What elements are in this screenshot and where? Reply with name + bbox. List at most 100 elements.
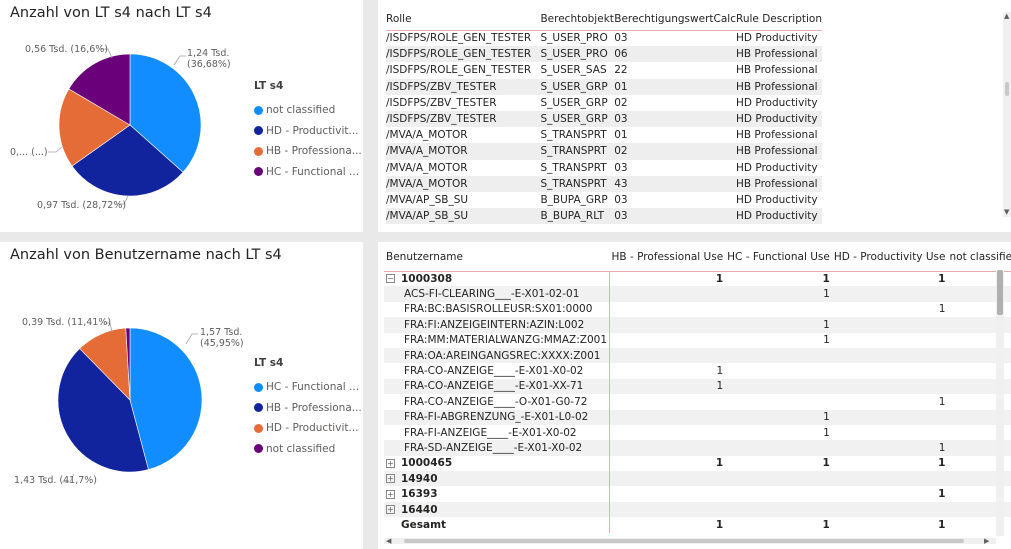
slice-label: 1,57 Tsd. (45,95%)	[200, 327, 244, 349]
scrollbar-thumb[interactable]	[404, 539, 964, 543]
table-row[interactable]: /MVA/AP_SB_SU B_BUPA_RLT 03 HD Productivity	[386, 208, 822, 225]
column-header-hc[interactable]: HC - Functional Use	[725, 244, 832, 271]
cell-benutzername[interactable]: −1000308	[384, 271, 611, 287]
matrix-child-row[interactable]: FRA:OA:AREINGANGSREC:XXXX:Z0011	[384, 347, 1011, 364]
cell-benutzername[interactable]: +16440	[384, 501, 611, 518]
scroll-down-arrow[interactable]: ▼	[1004, 208, 1009, 216]
cell-hd	[832, 425, 948, 440]
column-header-rolle[interactable]: Rolle	[386, 8, 540, 30]
cell-rolle: /MVA/A_MOTOR	[386, 161, 468, 174]
column-header-hb[interactable]: HB - Professional Use	[610, 244, 726, 271]
cell-hb	[610, 394, 726, 409]
legend-item-hb[interactable]: HB - Professiona...	[254, 398, 362, 419]
table-row[interactable]: /MVA/AP_SB_SU B_BUPA_GRP 03 HD Productivity	[386, 192, 822, 208]
column-header-berechtigungswert[interactable]: BerechtigungswertCalc	[614, 8, 736, 30]
cell-benutzername[interactable]: +1000465	[384, 455, 611, 472]
matrix-child-row[interactable]: FRA:MM:MATERIALWANZG:MMAZ:Z001 1	[384, 332, 1011, 348]
cell-rule-description: HB Professional	[736, 143, 822, 160]
legend-item-hb[interactable]: HB - Professiona...	[254, 141, 362, 162]
legend-dot	[254, 167, 263, 177]
table-row[interactable]: /ISDFPS/ROLE_GEN_TESTER S_USER_PRO 03 HD Pr…	[386, 30, 822, 46]
cell-hc	[725, 347, 832, 364]
matrix-child-row[interactable]: ACS-FI-CLEARING___-E-X01-02-01 1	[384, 286, 1011, 302]
cell-rule-description: HB Professional	[736, 129, 818, 142]
legend-item-hc[interactable]: HC - Functional ...	[254, 162, 362, 183]
collapse-icon[interactable]: −	[386, 274, 395, 284]
cell-benutzername[interactable]: +16393	[384, 486, 611, 502]
cell-hc: 1	[725, 317, 832, 333]
legend-item-not-classified[interactable]: not classified	[254, 100, 362, 121]
table-row[interactable]: /ISDFPS/ZBV_TESTER S_USER_GRP 02 HD Product…	[386, 95, 822, 111]
matrix-child-row[interactable]: FRA-FI-ABGRENZUNG_-E-X01-L0-02 1	[384, 409, 1011, 425]
row-label: 16393	[401, 488, 438, 501]
matrix-child-row[interactable]: FRA:BC:BASISROLLEUSR:SX01:0000 1	[384, 301, 1011, 318]
cell-hd	[831, 347, 948, 364]
horizontal-scrollbar[interactable]: ◀ ▶	[384, 537, 996, 545]
matrix-card[interactable]: Benutzername HB - Professional Use HC - …	[378, 242, 1011, 549]
column-header-benutzername[interactable]: Benutzername	[384, 244, 610, 271]
table-row[interactable]: /ISDFPS/ROLE_GEN_TESTER S_USER_PRO 06 HB Pr…	[386, 46, 822, 63]
row-label: FRA:BC:BASISROLLEUSR:SX01:0000	[404, 303, 593, 316]
expand-icon[interactable]: +	[386, 474, 395, 484]
cell-rule-description: HB Professional	[736, 46, 822, 63]
legend-item-hd[interactable]: HD - Productivit...	[254, 418, 362, 439]
matrix-child-row[interactable]: FRA-SD-ANZEIGE____-E-X01-X0-02 1	[384, 440, 1011, 456]
cell-rolle: /ISDFPS/ROLE_GEN_TESTER	[386, 32, 532, 45]
column-header-not-classified[interactable]: not classified	[947, 244, 1011, 271]
cell-hc	[725, 378, 832, 395]
matrix-total-row[interactable]: Gesamt1111	[384, 517, 1011, 533]
scroll-right-arrow[interactable]: ▶	[984, 537, 989, 545]
matrix-group-row[interactable]: +164401	[384, 501, 1011, 518]
scrollbar-thumb[interactable]	[997, 270, 1003, 315]
legend-item-hc[interactable]: HC - Functional ...	[254, 377, 362, 398]
column-header-hd[interactable]: HD - Productivity Use	[832, 244, 948, 271]
cell-rolle: /MVA/AP_SB_SU	[386, 208, 541, 225]
cell-benutzername[interactable]: +14940	[384, 471, 611, 487]
matrix-group-row[interactable]: +1639311	[384, 486, 1011, 502]
table-row[interactable]: /MVA/A_MOTOR S_TRANSPRT 03 HD Productivity	[386, 160, 822, 176]
matrix-group-row[interactable]: +149401	[384, 471, 1011, 487]
expand-icon[interactable]: +	[386, 505, 395, 515]
scroll-up-arrow[interactable]: ▲	[1004, 12, 1009, 20]
matrix-child-row[interactable]: FRA-CO-ANZEIGE____-E-X01-X0-02 1	[384, 363, 1011, 379]
cell-benutzername: FRA-CO-ANZEIGE____-E-X01-XX-71	[384, 378, 611, 395]
table-row[interactable]: /MVA/A_MOTOR S_TRANSPRT 01 HB Professional	[386, 127, 822, 143]
legend-item-not-classified[interactable]: not classified	[254, 439, 362, 460]
table-row[interactable]: /ISDFPS/ROLE_GEN_TESTER S_USER_SAS 22 HB Pr…	[386, 62, 822, 78]
scroll-left-arrow[interactable]: ◀	[386, 537, 391, 545]
cell-rule-description: HD Productivity	[736, 208, 822, 225]
table-row[interactable]: /MVA/A_MOTOR S_TRANSPRT 02 HB Professional	[386, 143, 822, 160]
column-header-berechtobjekt[interactable]: Berechtobjekt	[540, 8, 614, 30]
scrollbar-thumb[interactable]	[1005, 82, 1009, 96]
cell-rolle: /MVA/AP_SB_SU	[386, 193, 469, 206]
expand-icon[interactable]: +	[386, 489, 395, 499]
slice-label: 0,... (...)	[10, 147, 48, 158]
vertical-scrollbar[interactable]	[996, 270, 1004, 536]
matrix-child-row[interactable]: FRA-CO-ANZEIGE____-O-X01-G0-72 1	[384, 394, 1011, 410]
cell-hb	[609, 471, 726, 487]
cell-benutzername: FRA:BC:BASISROLLEUSR:SX01:0000	[384, 301, 611, 318]
matrix-group-row[interactable]: −10003081111	[384, 271, 1011, 287]
column-header-rule-description[interactable]: Rule Description	[736, 8, 822, 30]
row-label: FRA-CO-ANZEIGE____-E-X01-X0-02	[404, 365, 584, 378]
vertical-scrollbar[interactable]: ▲ ▼	[1003, 12, 1011, 217]
table-row[interactable]: /ISDFPS/ZBV_TESTER S_USER_GRP 03 HD Product…	[386, 110, 822, 128]
matrix-child-row[interactable]: FRA:FI:ANZEIGEINTERN:AZIN:L002 1	[384, 317, 1011, 333]
cell-berechtigungswert: 22	[614, 64, 628, 77]
matrix-child-row[interactable]: FRA-CO-ANZEIGE____-E-X01-XX-71 1	[384, 378, 1011, 395]
legend-item-hd[interactable]: HD - Productivit...	[254, 121, 362, 142]
matrix-group-row[interactable]: +10004651111	[384, 455, 1011, 472]
pie-chart-card-lt-s4[interactable]: Anzahl von LT s4 nach LT s4 1,24 Tsd. (3…	[0, 0, 363, 232]
expand-icon[interactable]: +	[386, 458, 395, 468]
matrix-child-row[interactable]: FRA-FI-ANZEIGE____-E-X01-X0-02 1	[384, 424, 1011, 441]
table-row[interactable]: /ISDFPS/ZBV_TESTER S_USER_GRP 01 HB Profess…	[386, 78, 822, 95]
cell-benutzername: ACS-FI-CLEARING___-E-X01-02-01	[384, 286, 611, 302]
row-label: FRA:MM:MATERIALWANZG:MMAZ:Z001	[404, 334, 608, 347]
pie-chart-card-benutzername[interactable]: Anzahl von Benutzername nach LT s4 1,57 …	[0, 242, 363, 549]
cell-berechtigungswert: 01	[614, 129, 628, 142]
table-row[interactable]: /MVA/A_MOTOR S_TRANSPRT 43 HB Professional	[386, 175, 822, 192]
cell-hc: 1	[823, 334, 830, 347]
cell-berechtobjekt: S_USER_PRO	[540, 32, 608, 45]
cell-benutzername: FRA:FI:ANZEIGEINTERN:AZIN:L002	[384, 317, 611, 333]
role-table-card[interactable]: Rolle Berechtobjekt BerechtigungswertCal…	[378, 0, 1011, 232]
